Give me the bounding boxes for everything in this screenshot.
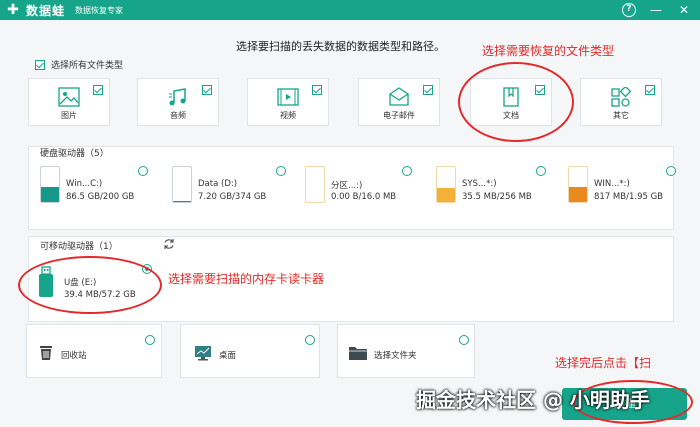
- location-label: 回收站: [61, 351, 87, 361]
- app-logo-icon: ✚: [7, 2, 19, 18]
- close-button[interactable]: ✕: [676, 2, 692, 18]
- location-label: 选择文件夹: [374, 351, 417, 361]
- annotation-scan: 选择完后点击【扫: [555, 356, 652, 370]
- checkbox[interactable]: [645, 85, 655, 95]
- checkbox[interactable]: [202, 85, 212, 95]
- annotation-ellipse: [18, 256, 162, 314]
- checkbox[interactable]: [423, 85, 433, 95]
- hard-drive-icon: [568, 166, 588, 203]
- location-label: 桌面: [219, 351, 237, 361]
- other-icon: [611, 87, 632, 107]
- drive-size: 86.5 GB/200 GB: [66, 192, 135, 202]
- select-all-types[interactable]: 选择所有文件类型: [35, 58, 123, 71]
- page-headline: 选择要扫描的丢失数据的数据类型和路径。: [236, 40, 445, 53]
- drive-partition[interactable]: 分区...:) 0.00 B/16.0 MB: [305, 166, 425, 206]
- select-all-label: 选择所有文件类型: [51, 61, 124, 71]
- drive-name: Win...C:): [66, 179, 103, 189]
- recycle-bin-icon: [40, 346, 52, 360]
- drive-c[interactable]: Win...C:) 86.5 GB/200 GB: [40, 166, 160, 206]
- mail-icon: [389, 87, 409, 106]
- drive-sys[interactable]: SYS...*:) 35.5 MB/256 MB: [436, 166, 556, 206]
- annotation-card-reader: 选择需要扫描的内存卡读卡器: [168, 272, 325, 286]
- refresh-icon[interactable]: [163, 238, 175, 250]
- file-type-label: 视频: [280, 111, 296, 120]
- drive-radio[interactable]: [138, 166, 148, 176]
- location-choose-folder[interactable]: 选择文件夹: [337, 324, 475, 378]
- removable-title: 可移动驱动器（1）: [40, 242, 118, 252]
- location-radio[interactable]: [305, 335, 315, 345]
- app-subtitle: 数据恢复专家: [75, 5, 124, 15]
- drive-size: 817 MB/1.95 GB: [594, 192, 664, 202]
- hard-drive-icon: [305, 166, 325, 203]
- select-all-checkbox[interactable]: [35, 59, 45, 70]
- drive-name: 分区...:): [331, 181, 363, 191]
- app-name: 数据蛙: [26, 3, 66, 18]
- drive-win[interactable]: WIN...*:) 817 MB/1.95 GB: [568, 166, 688, 206]
- checkbox[interactable]: [93, 85, 103, 95]
- hard-drive-icon: [172, 166, 192, 203]
- file-type-label: 音频: [170, 111, 186, 120]
- drive-radio[interactable]: [536, 166, 546, 176]
- title-bar: ✚ 数据蛙 数据恢复专家 ? — ✕: [0, 0, 700, 20]
- folder-icon: [349, 347, 367, 360]
- annotation-ellipse: [458, 62, 574, 142]
- video-icon: [277, 88, 299, 106]
- hard-drives-title: 硬盘驱动器（5）: [40, 149, 109, 159]
- drive-size: 35.5 MB/256 MB: [462, 192, 532, 202]
- image-icon: [58, 87, 80, 107]
- file-type-audio[interactable]: 音频: [137, 78, 219, 126]
- music-icon: [169, 88, 186, 106]
- file-type-label: 图片: [61, 111, 77, 120]
- file-type-label: 电子邮件: [383, 111, 415, 120]
- drive-name: WIN...*:): [594, 179, 630, 189]
- file-type-image[interactable]: 图片: [28, 78, 110, 126]
- drive-name: SYS...*:): [462, 179, 497, 189]
- hard-drive-icon: [436, 166, 456, 203]
- location-radio[interactable]: [459, 335, 469, 345]
- watermark: 掘金技术社区 @ 小明助手: [416, 388, 650, 412]
- file-type-email[interactable]: 电子邮件: [358, 78, 440, 126]
- drive-d[interactable]: Data (D:) 7.20 GB/374 GB: [172, 166, 292, 206]
- drive-size: 0.00 B/16.0 MB: [331, 192, 397, 202]
- file-type-video[interactable]: 视频: [247, 78, 329, 126]
- location-radio[interactable]: [145, 335, 155, 345]
- location-recycle-bin[interactable]: 回收站: [26, 324, 162, 378]
- help-button[interactable]: ?: [622, 3, 636, 17]
- minimize-button[interactable]: —: [648, 2, 664, 18]
- drive-radio[interactable]: [666, 166, 676, 176]
- file-type-other[interactable]: 其它: [580, 78, 662, 126]
- checkbox[interactable]: [312, 85, 322, 95]
- drive-radio[interactable]: [402, 166, 412, 176]
- hard-drive-icon: [40, 166, 60, 203]
- drive-name: Data (D:): [198, 179, 238, 189]
- drive-radio[interactable]: [276, 166, 286, 176]
- location-desktop[interactable]: 桌面: [180, 324, 320, 378]
- file-type-label: 其它: [613, 111, 629, 120]
- drive-size: 7.20 GB/374 GB: [198, 192, 267, 202]
- annotation-file-types: 选择需要恢复的文件类型: [482, 44, 615, 58]
- desktop-icon: [195, 346, 211, 361]
